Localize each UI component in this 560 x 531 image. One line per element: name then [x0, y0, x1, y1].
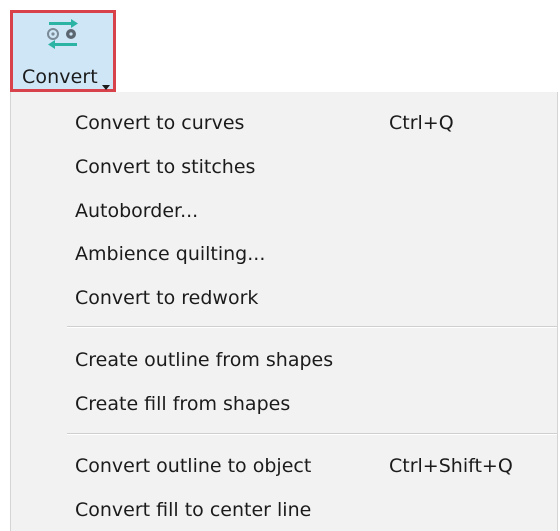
menu-item-label: Convert to stitches	[75, 156, 256, 178]
menu-item-create-fill-from-shapes[interactable]: Create fill from shapes	[11, 385, 557, 425]
menu-item-convert-fill-to-center-line[interactable]: Convert fill to center line	[11, 491, 557, 531]
menu-item-label: Convert outline to object	[75, 455, 312, 477]
menu-item-create-outline-from-shapes[interactable]: Create outline from shapes	[11, 341, 557, 381]
convert-button-label: Convert	[22, 66, 98, 88]
menu-item-convert-to-curves[interactable]: Convert to curves Ctrl+Q	[11, 104, 557, 144]
convert-arrows-icon	[47, 19, 78, 49]
menu-item-ambience-quilting[interactable]: Ambience quilting...	[11, 235, 557, 275]
menu-separator	[67, 433, 557, 435]
menu-item-convert-to-stitches[interactable]: Convert to stitches	[11, 148, 557, 188]
menu-item-label: Autoborder...	[75, 200, 199, 222]
menu-item-label: Convert to curves	[75, 112, 245, 134]
menu-item-label: Ambience quilting...	[75, 243, 266, 265]
menu-item-shortcut: Ctrl+Shift+Q	[389, 455, 513, 477]
menu-item-label: Convert fill to center line	[75, 499, 312, 521]
menu-item-convert-outline-to-object[interactable]: Convert outline to object Ctrl+Shift+Q	[11, 447, 557, 487]
menu-item-label: Create fill from shapes	[75, 393, 291, 415]
menu-item-shortcut: Ctrl+Q	[389, 112, 454, 134]
menu-item-label: Convert to redwork	[75, 287, 259, 309]
convert-dropdown-menu: Convert to curves Ctrl+Q Convert to stit…	[10, 92, 558, 531]
dropdown-arrow-icon	[102, 85, 110, 90]
screen: Convert Convert to curves Ctrl+Q Convert…	[0, 0, 560, 531]
menu-item-autoborder[interactable]: Autoborder...	[11, 192, 557, 232]
menu-item-label: Create outline from shapes	[75, 349, 334, 371]
convert-ribbon-button[interactable]: Convert	[10, 10, 116, 92]
menu-item-convert-to-redwork[interactable]: Convert to redwork	[11, 279, 557, 319]
menu-separator	[67, 326, 557, 328]
